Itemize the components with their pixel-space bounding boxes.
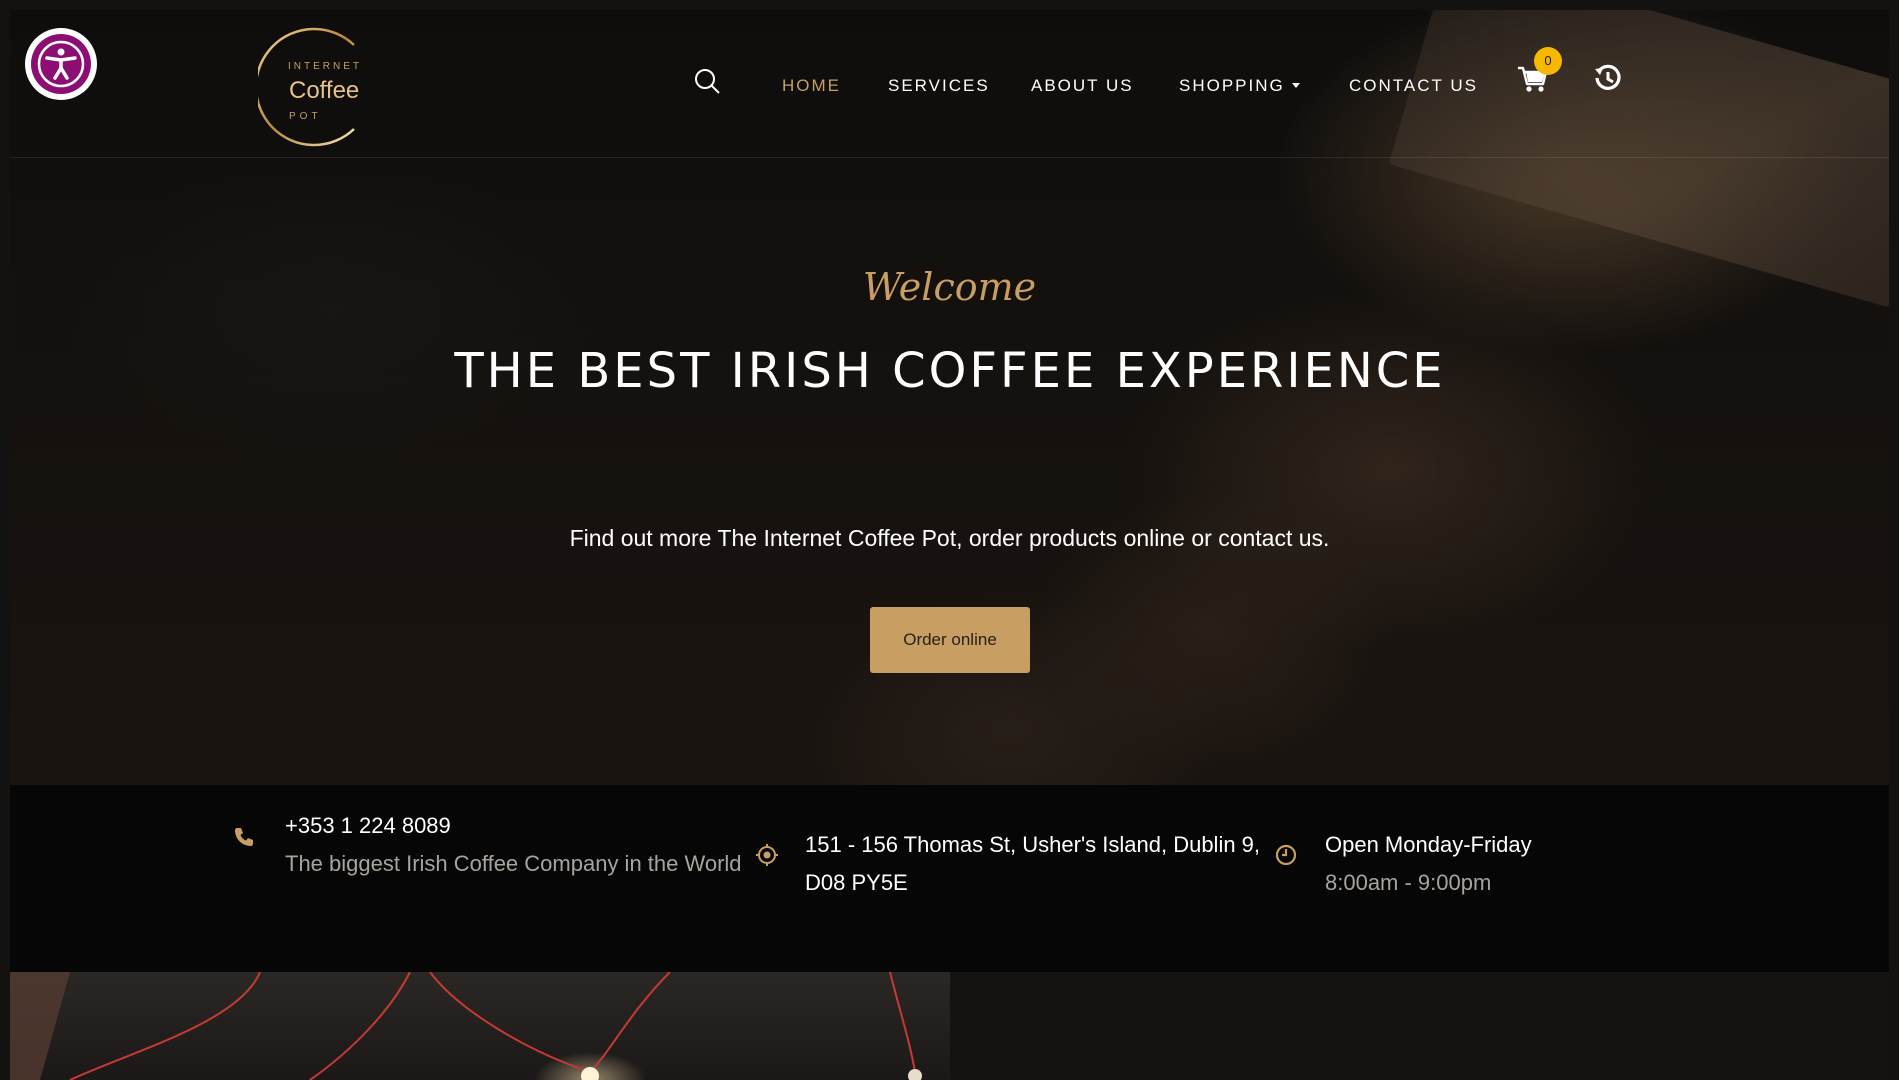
about-image <box>10 972 950 1080</box>
hero-headline: THE BEST IRISH COFFEE EXPERIENCE <box>454 343 1446 399</box>
nav-shopping[interactable]: SHOPPING <box>1179 76 1300 96</box>
navbar: INTERNET Coffee POT HOME SERVICES ABOUT … <box>10 10 1889 158</box>
hours-subtitle: 8:00am - 9:00pm <box>1325 870 1492 895</box>
accessibility-badge <box>31 34 91 94</box>
logo-line-pot: POT <box>289 111 322 122</box>
cart-count-badge: 0 <box>1534 47 1562 75</box>
address-text: 151 - 156 Thomas St, Usher's Island, Dub… <box>805 832 1261 895</box>
clock-icon <box>1275 844 1297 866</box>
logo-line-coffee: Coffee <box>289 77 360 104</box>
phone-subtitle: The biggest Irish Coffee Company in the … <box>285 851 742 876</box>
about-section-background <box>950 972 1889 1080</box>
nav-contact-us[interactable]: CONTACT US <box>1349 76 1478 96</box>
logo-line-internet: INTERNET <box>288 61 362 72</box>
nav-services[interactable]: SERVICES <box>888 76 990 96</box>
nav-home[interactable]: HOME <box>782 76 841 96</box>
nav-shopping-label: SHOPPING <box>1179 76 1285 95</box>
nav-about-us[interactable]: ABOUT US <box>1031 76 1134 96</box>
page-frame: INTERNET Coffee POT HOME SERVICES ABOUT … <box>10 10 1889 1080</box>
brand-logo[interactable]: INTERNET Coffee POT <box>258 27 378 147</box>
hero-section: INTERNET Coffee POT HOME SERVICES ABOUT … <box>10 10 1889 785</box>
history-icon <box>1595 64 1621 90</box>
contact-info-bar: +353 1 224 8089 The biggest Irish Coffee… <box>10 785 1889 972</box>
hero-subtext: Find out more The Internet Coffee Pot, o… <box>569 525 1330 551</box>
search-icon <box>695 69 720 94</box>
hero-welcome: Welcome <box>862 265 1037 309</box>
location-icon <box>756 844 778 866</box>
pendant-lights-image <box>10 972 922 1080</box>
search-button[interactable] <box>692 66 722 96</box>
phone-number[interactable]: +353 1 224 8089 <box>285 807 451 845</box>
accessibility-button[interactable] <box>25 28 97 100</box>
accessibility-icon <box>37 40 85 88</box>
order-online-button[interactable]: Order online <box>870 607 1030 673</box>
history-button[interactable] <box>1592 62 1624 94</box>
phone-icon <box>235 828 253 846</box>
hours-title: Open Monday-Friday <box>1325 832 1532 857</box>
chevron-down-icon <box>1291 83 1300 88</box>
